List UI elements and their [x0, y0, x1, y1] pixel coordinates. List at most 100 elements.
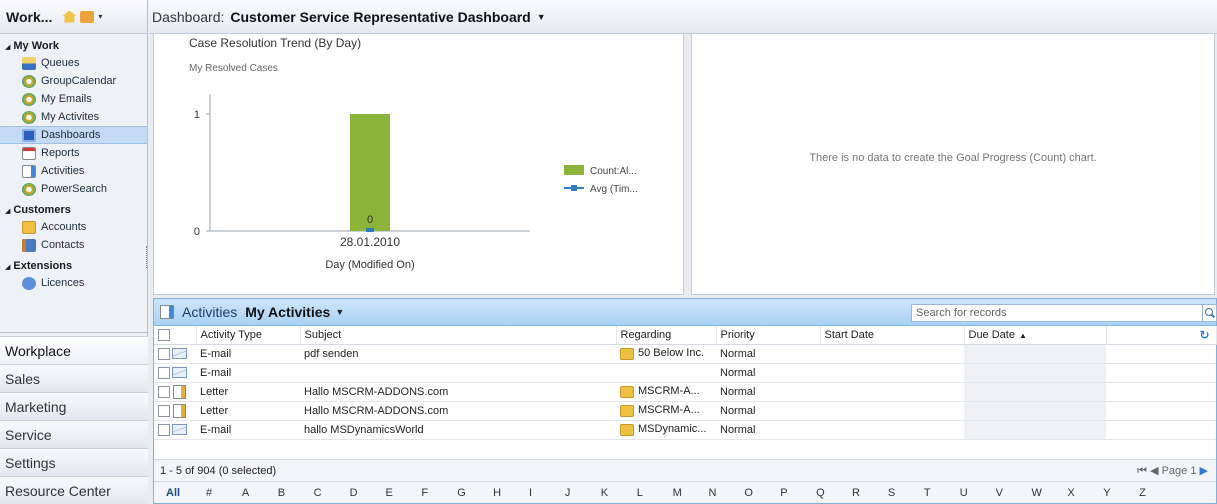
sidebar-item-accounts[interactable]: Accounts [0, 218, 147, 236]
table-row[interactable]: Letter Hallo MSCRM-ADDONS.com MSCRM-A... No… [154, 401, 1216, 421]
view-selector[interactable]: My Activities [245, 304, 330, 320]
row-checkbox[interactable] [154, 401, 196, 421]
cell-subject[interactable]: hallo MSDynamicsWorld [300, 420, 616, 440]
cell-regarding[interactable]: MSCRM-A... [616, 401, 716, 421]
column-header-priority[interactable]: Priority [716, 326, 821, 345]
alpha-filter-x[interactable]: X [1067, 487, 1103, 499]
table-row[interactable]: E-mail hallo MSDynamicsWorld MSDynamic... N… [154, 420, 1216, 440]
alpha-filter-e[interactable]: E [385, 487, 421, 499]
recent-items-icon[interactable] [80, 10, 95, 23]
cell-regarding[interactable]: 50 Below Inc. [616, 344, 716, 364]
alpha-filter-h[interactable]: H [493, 487, 529, 499]
sidebar-item-label: PowerSearch [41, 183, 108, 195]
sidebar-item-label: My Emails [41, 93, 92, 105]
nav-title[interactable]: Work... [6, 9, 52, 25]
alpha-filter-y[interactable]: Y [1103, 487, 1139, 499]
column-header-start-date[interactable]: Start Date [820, 326, 965, 345]
alpha-filter-q[interactable]: Q [816, 487, 852, 499]
area-resource-center[interactable]: Resource Center [0, 476, 148, 504]
custom-entity-icon [22, 182, 36, 196]
dashboard-selector[interactable]: Customer Service Representative Dashboar… [230, 9, 530, 25]
nav-group-extensions[interactable]: ◢ Extensions [0, 258, 147, 274]
column-header-subject[interactable]: Subject [300, 326, 617, 345]
alpha-filter-p[interactable]: P [780, 487, 816, 499]
sidebar-item-queues[interactable]: Queues [0, 54, 147, 72]
alpha-filter-s[interactable]: S [888, 487, 924, 499]
alpha-filter-o[interactable]: O [744, 487, 780, 499]
area-sales[interactable]: Sales [0, 364, 148, 392]
sidebar-item-my-activites[interactable]: My Activites [0, 108, 147, 126]
refresh-button[interactable]: ↻ [1106, 326, 1217, 345]
chevron-down-icon[interactable]: ▼ [537, 12, 546, 22]
cell-subject[interactable]: Hallo MSCRM-ADDONS.com [300, 382, 616, 402]
cell-regarding[interactable]: MSDynamic... [616, 420, 716, 440]
cell-subject[interactable] [300, 363, 616, 383]
alpha-filter-k[interactable]: K [601, 487, 637, 499]
sidebar-item-my-emails[interactable]: My Emails [0, 90, 147, 108]
activity-icon [22, 164, 36, 178]
sidebar-item-label: Dashboards [41, 129, 101, 141]
row-checkbox[interactable] [154, 344, 196, 364]
next-page-icon[interactable]: ▶ [1200, 465, 1208, 477]
home-icon[interactable] [62, 10, 77, 23]
alpha-filter-z[interactable]: Z [1139, 487, 1175, 499]
alpha-filter-m[interactable]: M [673, 487, 709, 499]
table-row[interactable]: Letter Hallo MSCRM-ADDONS.com MSCRM-A... No… [154, 382, 1216, 402]
alpha-filter-a[interactable]: A [242, 487, 278, 499]
sidebar-item-reports[interactable]: Reports [0, 144, 147, 162]
custom-entity-icon [22, 92, 36, 106]
cell-regarding[interactable]: MSCRM-A... [616, 382, 716, 402]
chevron-down-icon[interactable]: ▼ [335, 307, 344, 317]
alpha-filter-b[interactable]: B [278, 487, 314, 499]
sidebar-item-licences[interactable]: Licences [0, 274, 147, 292]
alpha-filter-all[interactable]: All [166, 487, 206, 499]
search-input[interactable]: Search for records [911, 304, 1203, 322]
alpha-filter-n[interactable]: N [708, 487, 744, 499]
alpha-filter-hash[interactable]: # [206, 487, 242, 499]
sidebar-item-powersearch[interactable]: PowerSearch [0, 180, 147, 198]
alpha-filter-i[interactable]: I [529, 487, 565, 499]
alpha-filter-u[interactable]: U [960, 487, 996, 499]
alpha-filter-f[interactable]: F [421, 487, 457, 499]
nav-group-my-work[interactable]: ◢ My Work [0, 38, 147, 54]
alpha-filter-j[interactable]: J [565, 487, 601, 499]
column-header-due-date[interactable]: Due Date ▲ [964, 326, 1107, 345]
column-header-activity-type[interactable]: Activity Type [196, 326, 301, 345]
alpha-filter-c[interactable]: C [314, 487, 350, 499]
area-marketing[interactable]: Marketing [0, 392, 148, 420]
previous-page-icon[interactable]: ◀ [1150, 465, 1158, 477]
sidebar-item-activities[interactable]: Activities [0, 162, 147, 180]
alpha-filter-t[interactable]: T [924, 487, 960, 499]
area-workplace[interactable]: Workplace [0, 336, 148, 364]
alpha-filter-w[interactable]: W [1031, 487, 1067, 499]
alpha-filter-l[interactable]: L [637, 487, 673, 499]
cell-due-date [964, 401, 1106, 421]
alpha-filter-r[interactable]: R [852, 487, 888, 499]
cell-regarding[interactable] [616, 363, 716, 383]
area-service[interactable]: Service [0, 420, 148, 448]
sidebar-item-contacts[interactable]: Contacts [0, 236, 147, 254]
alpha-filter-d[interactable]: D [350, 487, 386, 499]
alpha-filter-g[interactable]: G [457, 487, 493, 499]
search-icon[interactable] [1203, 304, 1217, 322]
sidebar-item-groupcalendar[interactable]: GroupCalendar [0, 72, 147, 90]
pager: ⏮ ◀ Page 1 ▶ [1137, 464, 1208, 478]
row-checkbox[interactable] [154, 420, 196, 440]
row-checkbox[interactable] [154, 363, 196, 383]
main-content: Dashboard: Customer Service Representati… [149, 0, 1217, 504]
navigation-pane: Work... ▾ ◢ My Work Queues GroupCalendar … [0, 0, 148, 504]
row-checkbox[interactable] [154, 382, 196, 402]
chevron-down-icon[interactable]: ▾ [98, 12, 102, 21]
area-settings[interactable]: Settings [0, 448, 148, 476]
nav-group-customers[interactable]: ◢ Customers [0, 202, 147, 218]
table-row[interactable]: E-mail Normal [154, 363, 1216, 383]
select-all-checkbox[interactable] [154, 326, 197, 345]
table-row[interactable]: E-mail pdf senden 50 Below Inc. Normal [154, 344, 1216, 364]
alpha-filter-v[interactable]: V [996, 487, 1032, 499]
column-header-regarding[interactable]: Regarding [616, 326, 717, 345]
cell-subject[interactable]: pdf senden [300, 344, 616, 364]
cell-subject[interactable]: Hallo MSCRM-ADDONS.com [300, 401, 616, 421]
y-tick-label: 1 [194, 109, 200, 121]
first-page-icon[interactable]: ⏮ [1137, 465, 1147, 477]
sidebar-item-dashboards[interactable]: Dashboards [0, 126, 147, 144]
